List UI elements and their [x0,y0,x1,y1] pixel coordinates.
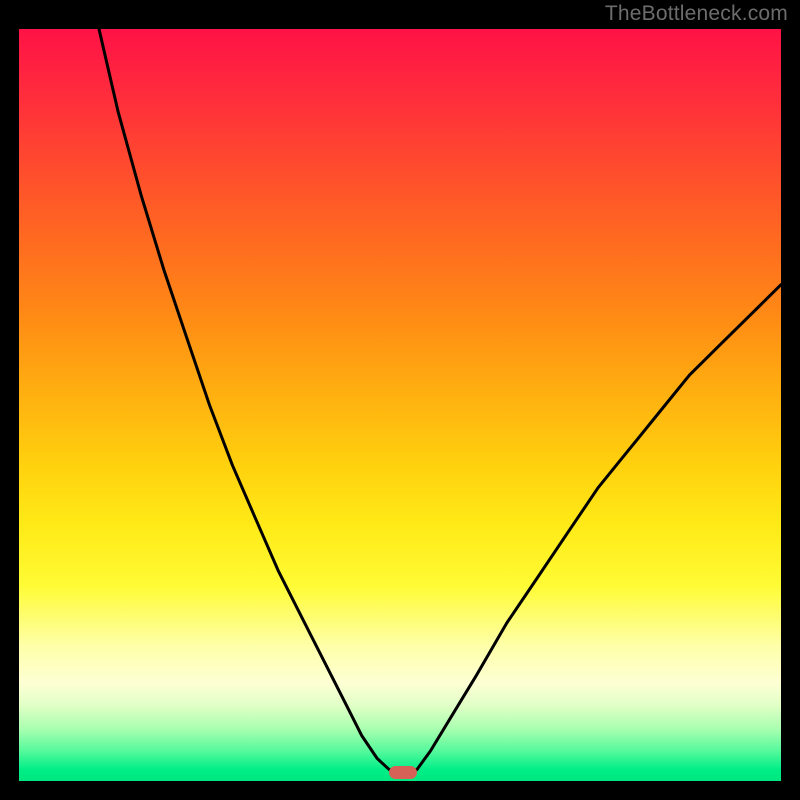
optimum-marker [389,766,417,779]
watermark-label: TheBottleneck.com [605,2,788,26]
bottleneck-curve [99,29,781,770]
chart-frame: TheBottleneck.com [0,0,800,800]
plot-area [19,29,781,781]
curve-layer [19,29,781,781]
